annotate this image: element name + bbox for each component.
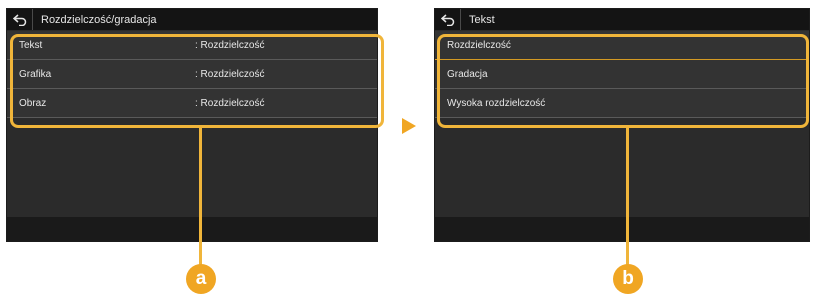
leader-line-a <box>199 128 202 268</box>
back-arrow-icon <box>12 13 26 26</box>
highlight-frame-a <box>10 34 384 128</box>
callout-badge-b: b <box>613 264 643 294</box>
title-bar: Rozdzielczość/gradacja <box>7 9 377 30</box>
back-arrow-icon <box>440 13 454 26</box>
highlight-frame-b <box>437 34 809 128</box>
bottom-bar <box>435 217 809 241</box>
title-bar: Tekst <box>435 9 809 30</box>
right-triangle-arrow-icon <box>402 118 416 134</box>
callout-badge-a: a <box>186 264 216 294</box>
bottom-bar <box>7 217 377 241</box>
screen-title: Tekst <box>469 13 495 26</box>
back-button[interactable] <box>435 9 461 30</box>
back-button[interactable] <box>7 9 33 30</box>
leader-line-b <box>626 128 629 268</box>
screen-title: Rozdzielczość/gradacja <box>41 13 157 26</box>
